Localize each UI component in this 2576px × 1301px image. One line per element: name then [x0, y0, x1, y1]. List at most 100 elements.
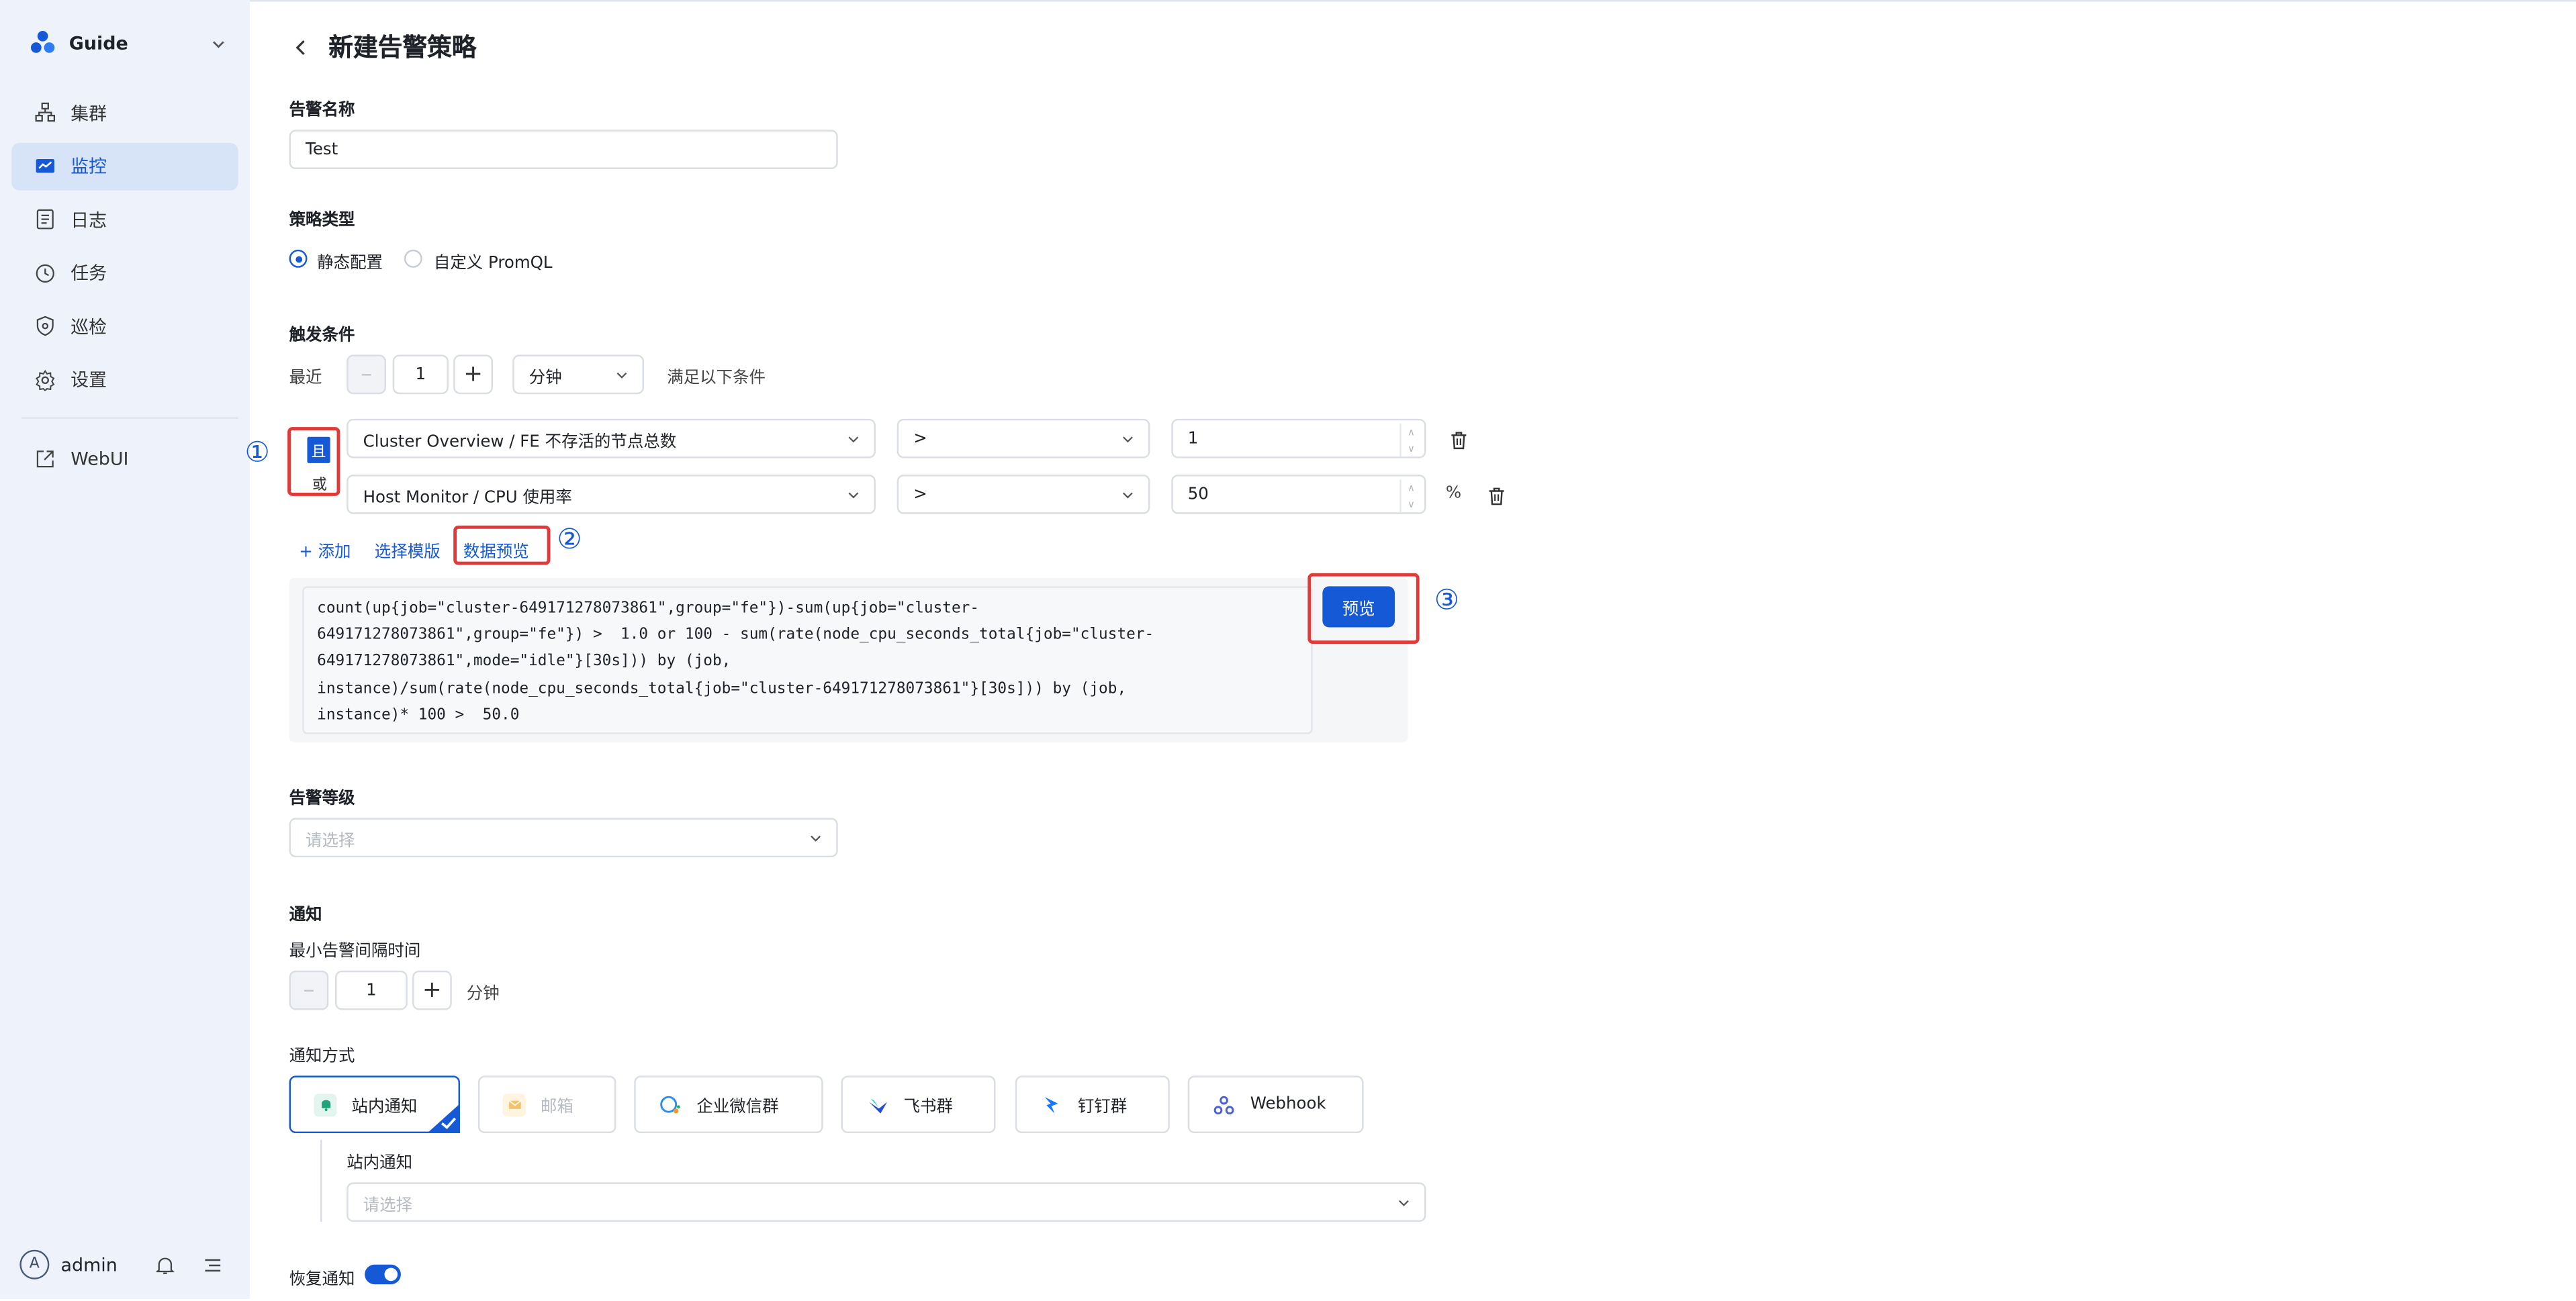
marker-3: ③ [1434, 584, 1460, 618]
sidebar-item-monitor[interactable]: 监控 [11, 142, 238, 190]
method-card-feishu[interactable]: 飞书群 [841, 1075, 996, 1134]
sidebar-item-label: 巡检 [71, 316, 107, 338]
add-condition-button[interactable]: + 添加 [299, 537, 351, 562]
interval-decrement-button[interactable]: – [289, 970, 329, 1010]
select-template-link[interactable]: 选择模版 [375, 537, 441, 562]
inbox-recipient-select[interactable]: 请选择 [347, 1182, 1426, 1222]
inbox-label: 站内通知 [347, 1154, 413, 1173]
shield-icon [36, 316, 54, 336]
method-card-email[interactable]: 邮箱 [477, 1075, 616, 1134]
method-card-label: 飞书群 [903, 1098, 953, 1117]
sidebar-item-label: 集群 [71, 102, 107, 124]
method-card-inbox[interactable]: 站内通知 [289, 1075, 460, 1134]
trash-icon[interactable] [1449, 430, 1469, 450]
menu-icon[interactable] [202, 1255, 224, 1276]
page-title: 新建告警策略 [328, 32, 477, 62]
interval-increment-button[interactable]: + [412, 970, 452, 1010]
user-profile[interactable]: A admin [19, 1249, 118, 1280]
sidebar-item-label: 任务 [71, 262, 107, 285]
threshold-input-1-value: 1 [1187, 429, 1199, 448]
number-stepper[interactable]: ∧ ∨ [1399, 479, 1421, 513]
sidebar: Guide 集群 监控 日志 任务 巡检 设置 WebUI A admin [0, 0, 252, 1300]
monitor-icon [36, 158, 54, 173]
unit-select-value: 分钟 [528, 369, 562, 387]
name-label: 告警名称 [289, 101, 355, 120]
condition-suffix: 满足以下条件 [667, 369, 766, 388]
brand-logo-icon [30, 30, 55, 53]
code-line: 649171278073861",group="fe"}) > 1.0 or 1… [317, 626, 1154, 644]
add-condition-label: 添加 [318, 543, 351, 562]
chevron-down-icon [1399, 1200, 1409, 1206]
radio-static-label: 静态配置 [317, 254, 383, 273]
metric-select-1-value: Cluster Overview / FE 不存活的节点总数 [363, 432, 677, 451]
interval-unit: 分钟 [466, 985, 500, 1004]
sidebar-item-cluster[interactable]: 集群 [11, 89, 238, 136]
chevron-down-icon [848, 492, 859, 499]
data-preview-link[interactable]: 数据预览 [463, 537, 529, 562]
plus-icon: + [299, 543, 318, 562]
name-input[interactable]: Test [289, 130, 838, 169]
code-line: count(up{job="cluster-649171278073861",g… [317, 599, 980, 618]
method-card-dingtalk[interactable]: 钉钉群 [1015, 1075, 1170, 1134]
method-card-wecom[interactable]: 企业微信群 [634, 1075, 823, 1134]
brand[interactable]: Guide [30, 30, 128, 56]
radio-static[interactable] [289, 249, 308, 268]
methods-label: 通知方式 [289, 1047, 355, 1066]
gear-icon [36, 369, 55, 391]
interval-value[interactable]: 1 [335, 970, 408, 1010]
preview-button[interactable]: 预览 [1322, 586, 1395, 628]
level-select[interactable]: 请选择 [289, 818, 838, 858]
sidebar-item-task[interactable]: 任务 [11, 249, 238, 297]
method-card-webhook[interactable]: Webhook [1187, 1075, 1364, 1134]
chevron-down-icon[interactable] [210, 36, 226, 52]
recent-label: 最近 [289, 369, 322, 388]
recent-value[interactable]: 1 [392, 354, 449, 395]
user-name: admin [60, 1253, 118, 1275]
sidebar-item-log[interactable]: 日志 [11, 195, 238, 243]
radio-promql[interactable] [404, 249, 422, 268]
inbox-placeholder: 请选择 [363, 1196, 413, 1215]
method-card-label: 站内通知 [351, 1098, 418, 1117]
code-line: instance)/sum(rate(node_cpu_seconds_tota… [317, 679, 1127, 697]
chevron-down-icon [1123, 492, 1133, 499]
number-stepper[interactable]: ∧ ∨ [1399, 424, 1421, 457]
bell-icon[interactable] [154, 1255, 176, 1276]
back-arrow-icon[interactable] [289, 36, 312, 59]
trash-icon[interactable] [1487, 486, 1506, 505]
marker-2: ② [557, 524, 582, 557]
radio-promql-label: 自定义 PromQL [433, 254, 553, 273]
level-label: 告警等级 [289, 789, 355, 808]
sidebar-item-settings[interactable]: 设置 [11, 356, 238, 403]
operator-select-1-value: > [913, 429, 927, 448]
metric-select-1[interactable]: Cluster Overview / FE 不存活的节点总数 [347, 418, 876, 459]
metric-select-2[interactable]: Host Monitor / CPU 使用率 [347, 475, 876, 514]
unit-select[interactable]: 分钟 [512, 354, 644, 395]
sidebar-item-label: 设置 [71, 369, 107, 391]
operator-select-2[interactable]: > [896, 475, 1150, 514]
decrement-button[interactable]: – [347, 354, 386, 395]
metric-select-2-value: Host Monitor / CPU 使用率 [363, 488, 572, 507]
chevron-down-icon [811, 835, 821, 842]
chevron-down-icon [1123, 436, 1133, 443]
cluster-icon [35, 102, 56, 122]
marker-1: ① [244, 436, 270, 470]
increment-button[interactable]: + [453, 354, 493, 395]
dingtalk-icon [1040, 1093, 1063, 1116]
threshold-unit: % [1445, 484, 1462, 503]
type-label: 策略类型 [289, 211, 355, 230]
log-icon [36, 209, 54, 230]
threshold-input-1[interactable]: 1 ∧ ∨ [1171, 418, 1426, 459]
sidebar-item-webui[interactable]: WebUI [11, 434, 238, 482]
sidebar-item-label: 日志 [71, 209, 107, 231]
tree-connector [320, 1139, 322, 1222]
operator-select-1[interactable]: > [896, 418, 1150, 459]
recovery-toggle[interactable] [365, 1264, 401, 1285]
logic-or-button[interactable]: 或 [312, 473, 327, 494]
logic-and-button[interactable]: 且 [307, 436, 330, 463]
chevron-down-icon [848, 436, 859, 443]
sidebar-item-inspect[interactable]: 巡检 [11, 302, 238, 350]
feishu-icon [866, 1093, 888, 1116]
threshold-input-2[interactable]: 50 ∧ ∨ [1171, 475, 1426, 514]
recovery-label: 恢复通知 [289, 1271, 355, 1290]
operator-select-2-value: > [913, 485, 927, 503]
